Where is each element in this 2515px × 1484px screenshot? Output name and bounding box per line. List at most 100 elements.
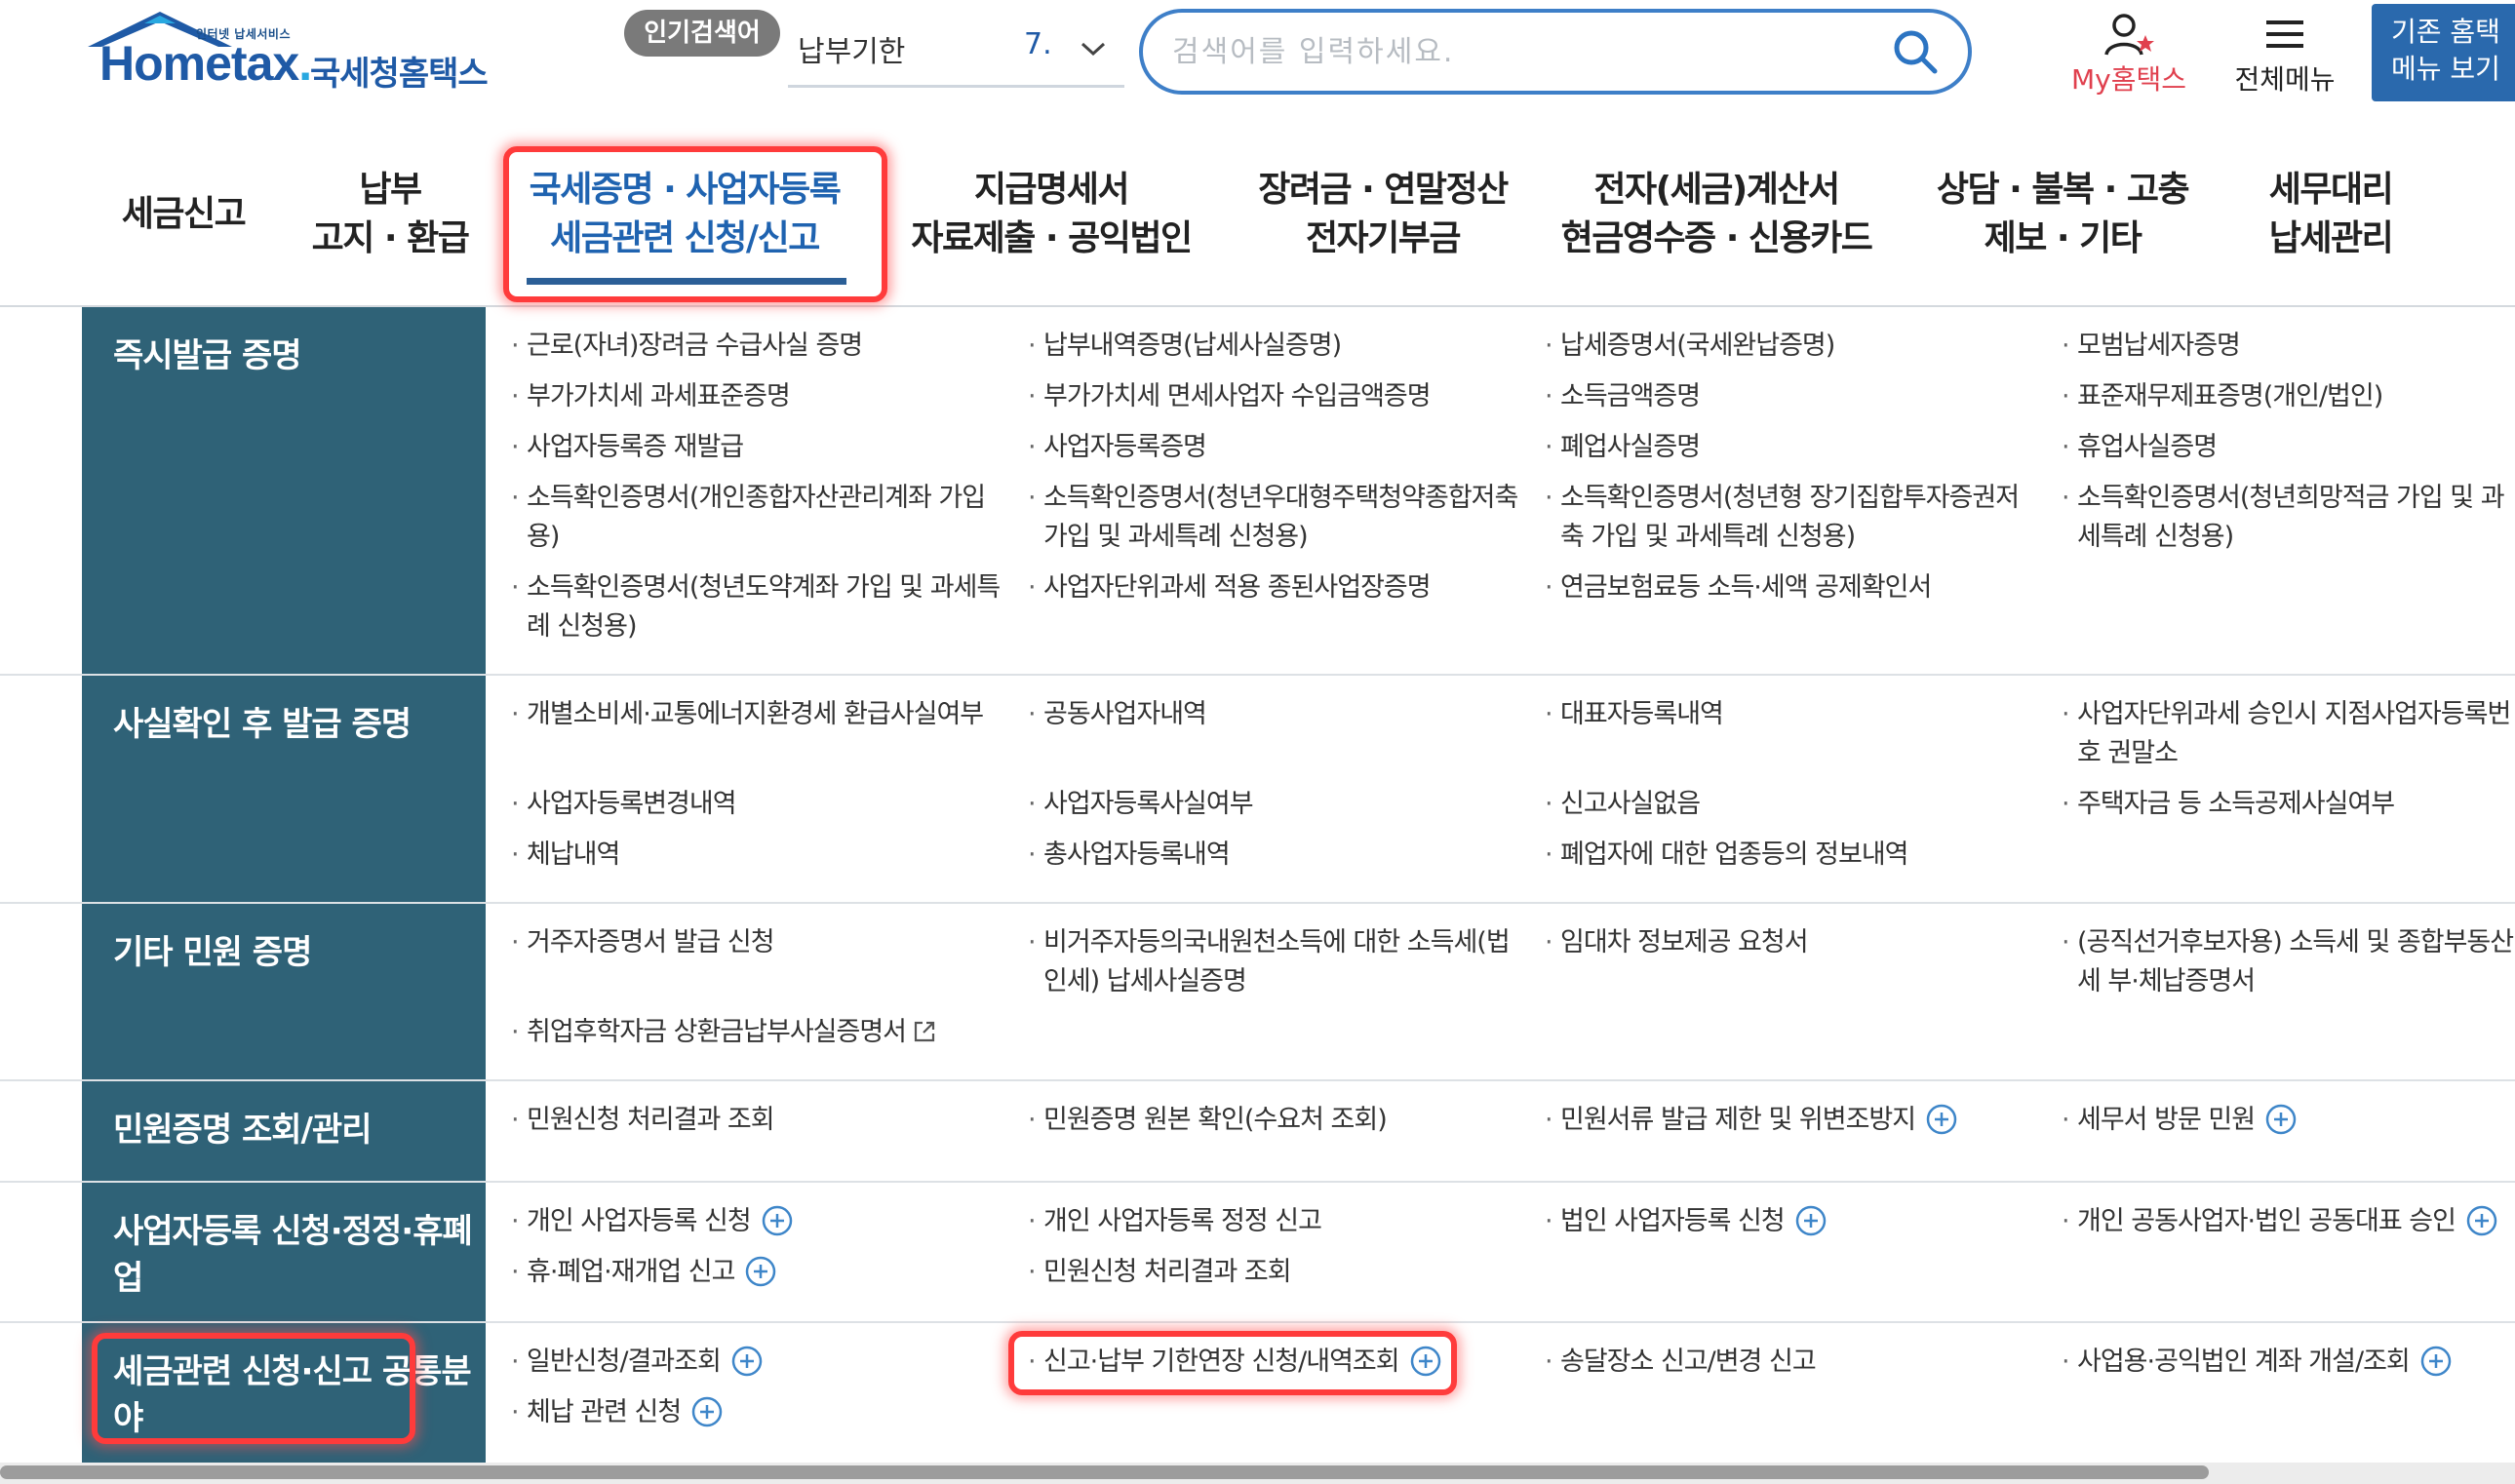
menu-item[interactable]: 폐업자에 대한 업종등의 정보내역: [1541, 836, 2028, 875]
menu-item[interactable]: 사업자등록증명: [1024, 428, 1512, 467]
menu-item[interactable]: 소득확인증명서(청년형 장기집합투자증권저축 가입 및 과세특례 신청용): [1541, 479, 2038, 557]
nav-consult-appeal[interactable]: 상담 · 불복 · 고충 제보 · 기타: [1921, 166, 2204, 263]
chevron-down-icon[interactable]: [1079, 39, 1108, 59]
menu-item[interactable]: 총사업자등록내역: [1024, 836, 1512, 875]
menu-item-expandable[interactable]: 개인 공동사업자·법인 공동대표 승인: [2058, 1202, 2515, 1241]
plus-circle-icon[interactable]: [744, 1255, 777, 1288]
menu-item[interactable]: (공직선거후보자용) 소득세 및 종합부동산세 부·체납증명서: [2058, 923, 2515, 1001]
menu-item-label: 개인 공동사업자·법인 공동대표 승인: [2077, 1206, 2456, 1236]
menu-item-expandable[interactable]: 일반신청/결과조회: [507, 1343, 995, 1382]
menu-item[interactable]: 소득확인증명서(청년도약계좌 가입 및 과세특례 신청용): [507, 568, 1004, 646]
section-verified-certificates: 사실확인 후 발급 증명 개별소비세·교통에너지환경세 환급사실여부 공동사업자…: [0, 676, 2515, 904]
menu-item[interactable]: 부가가치세 면세사업자 수입금액증명: [1024, 377, 1512, 416]
menu-item-label: 일반신청/결과조회: [527, 1347, 722, 1377]
menu-item[interactable]: 모범납세자증명: [2058, 327, 2515, 366]
menu-item[interactable]: 사업자등록사실여부: [1024, 785, 1512, 824]
section-head: 민원증명 조회/관리: [82, 1081, 486, 1181]
nav-tax-filing[interactable]: 세금신고: [105, 190, 261, 239]
menu-item[interactable]: 사업자단위과세 승인시 지점사업자등록번호 권말소: [2058, 695, 2515, 773]
section-title: 사실확인 후 발급 증명: [113, 705, 412, 744]
menu-item[interactable]: 주택자금 등 소득공제사실여부: [2058, 785, 2515, 824]
section-title: 민원증명 조회/관리: [113, 1111, 373, 1150]
header: 인터넷 납세서비스 Hometax. 국세청홈택스 인기검색어 납부기한 7. …: [0, 0, 2515, 122]
menu-item-label: 취업후학자금 상환금납부사실증명서: [527, 1017, 907, 1047]
popular-keyword-text: 납부기한: [798, 35, 906, 69]
plus-circle-icon[interactable]: [2465, 1204, 2498, 1237]
menu-item[interactable]: 개별소비세·교통에너지환경세 환급사실여부: [507, 695, 1004, 734]
plus-circle-icon[interactable]: [2419, 1345, 2453, 1378]
hometax-logo[interactable]: 인터넷 납세서비스 Hometax. 국세청홈택스: [84, 8, 513, 105]
menu-item[interactable]: 민원신청 처리결과 조회: [1024, 1253, 1512, 1292]
nav-e-invoice-receipts[interactable]: 전자(세금)계산서 현금영수증 · 신용카드: [1551, 166, 1882, 263]
menu-item-label: 사업용·공익법인 계좌 개설/조회: [2077, 1347, 2411, 1377]
menu-item[interactable]: 부가가치세 과세표준증명: [507, 377, 995, 416]
menu-item[interactable]: 민원증명 원본 확인(수요처 조회): [1024, 1101, 1512, 1140]
plus-circle-icon[interactable]: [1794, 1204, 1827, 1237]
menu-item-label: 체납 관련 신청: [527, 1397, 682, 1427]
menu-item[interactable]: 납부내역증명(납세사실증명): [1024, 327, 1512, 366]
menu-item[interactable]: 사업자등록변경내역: [507, 785, 995, 824]
nav-incentives-year-end[interactable]: 장려금 · 연말정산 전자기부금: [1237, 166, 1529, 263]
horizontal-scrollbar-thumb[interactable]: [0, 1465, 2209, 1479]
menu-item[interactable]: 납세증명서(국세완납증명): [1541, 327, 2028, 366]
menu-item[interactable]: 거주자증명서 발급 신청: [507, 923, 995, 962]
menu-item[interactable]: 표준재무제표증명(개인/법인): [2058, 377, 2515, 416]
menu-item[interactable]: 체납내역: [507, 836, 995, 875]
nav-tax-agent[interactable]: 세무대리 납세관리: [2233, 166, 2428, 263]
search-box: [1139, 9, 1972, 95]
menu-item[interactable]: 개인 사업자등록 정정 신고: [1024, 1202, 1512, 1241]
search-icon[interactable]: [1890, 26, 1941, 77]
section-head: 즉시발급 증명: [82, 307, 486, 674]
highlight-deadline-extension: [1008, 1331, 1457, 1395]
menu-item[interactable]: 소득확인증명서(청년희망적금 가입 및 과세특례 신청용): [2058, 479, 2515, 557]
menu-item[interactable]: 대표자등록내역: [1541, 695, 2028, 734]
plus-circle-icon[interactable]: [761, 1204, 794, 1237]
nav-payment-statements[interactable]: 지급명세서 자료제출 · 공익법인: [895, 166, 1207, 263]
menu-item-label: 개인 사업자등록 신청: [527, 1206, 752, 1236]
menu-item-expandable[interactable]: 개인 사업자등록 신청: [507, 1202, 995, 1241]
menu-item[interactable]: 소득금액증명: [1541, 377, 2028, 416]
section-title: 사업자등록 신청·정정·휴폐업: [113, 1212, 473, 1298]
popular-keywords-badge: 인기검색어: [624, 10, 780, 57]
menu-item-expandable[interactable]: 체납 관련 신청: [507, 1393, 995, 1432]
section-head: 사업자등록 신청·정정·휴폐업: [82, 1183, 486, 1321]
menu-item[interactable]: 휴업사실증명: [2058, 428, 2515, 467]
menu-item-expandable[interactable]: 세무서 방문 민원: [2058, 1101, 2515, 1140]
menu-item-label: 휴·폐업·재개업 신고: [527, 1257, 735, 1287]
menu-item-expandable[interactable]: 법인 사업자등록 신청: [1541, 1202, 2028, 1241]
logo-korean: 국세청홈택스: [310, 55, 489, 94]
highlight-section-title: [92, 1333, 415, 1444]
plus-circle-icon[interactable]: [2264, 1103, 2298, 1136]
plus-circle-icon[interactable]: [1925, 1103, 1958, 1136]
nav-payment-refund[interactable]: 납부 고지 · 환급: [293, 166, 488, 263]
popular-keyword-select[interactable]: 납부기한 7.: [788, 21, 1124, 88]
menu-item[interactable]: 신고사실없음: [1541, 785, 2028, 824]
logo-wordmark-text: Hometax: [99, 36, 299, 91]
search-input[interactable]: [1172, 30, 1855, 73]
menu-item-external[interactable]: 취업후학자금 상환금납부사실증명서: [507, 1013, 995, 1052]
menu-item[interactable]: 근로(자녀)장려금 수급사실 증명: [507, 327, 995, 366]
menu-item[interactable]: 비거주자등의국내원천소득에 대한 소득세(법인세) 납세사실증명: [1024, 923, 1521, 1001]
menu-item[interactable]: 송달장소 신고/변경 신고: [1541, 1343, 2028, 1382]
menu-item[interactable]: 민원신청 처리결과 조회: [507, 1101, 995, 1140]
plus-circle-icon[interactable]: [730, 1345, 764, 1378]
menu-item-expandable[interactable]: 휴·폐업·재개업 신고: [507, 1253, 995, 1292]
my-hometax-button[interactable]: My홈택스: [2056, 8, 2202, 96]
plus-circle-icon[interactable]: [690, 1395, 724, 1428]
menu-item[interactable]: 사업자등록증 재발급: [507, 428, 995, 467]
menu-item-label: 세무서 방문 민원: [2077, 1105, 2256, 1135]
menu-item[interactable]: 연금보험료등 소득·세액 공제확인서: [1541, 568, 2038, 607]
menu-item[interactable]: 폐업사실증명: [1541, 428, 2028, 467]
section-civil-certificate-inquiry: 민원증명 조회/관리 민원신청 처리결과 조회 민원증명 원본 확인(수요처 조…: [0, 1081, 2515, 1183]
menu-item[interactable]: 임대차 정보제공 요청서: [1541, 923, 2028, 962]
menu-item-expandable[interactable]: 사업용·공익법인 계좌 개설/조회: [2058, 1343, 2515, 1382]
menu-item[interactable]: 소득확인증명서(청년우대형주택청약종합저축 가입 및 과세특례 신청용): [1024, 479, 1521, 557]
menu-item-expandable[interactable]: 민원서류 발급 제한 및 위변조방지: [1541, 1101, 2048, 1140]
mega-menu: 즉시발급 증명 근로(자녀)장려금 수급사실 증명 납부내역증명(납세사실증명)…: [0, 307, 2515, 1484]
all-menu-button[interactable]: 전체메뉴: [2221, 8, 2348, 96]
old-hometax-menu-button[interactable]: 기존 홈택 메뉴 보기: [2372, 4, 2515, 101]
menu-item[interactable]: 사업자단위과세 적용 종된사업장증명: [1024, 568, 1521, 607]
section-head: 사실확인 후 발급 증명: [82, 676, 486, 902]
menu-item[interactable]: 공동사업자내역: [1024, 695, 1512, 734]
menu-item[interactable]: 소득확인증명서(개인종합자산관리계좌 가입용): [507, 479, 1004, 557]
